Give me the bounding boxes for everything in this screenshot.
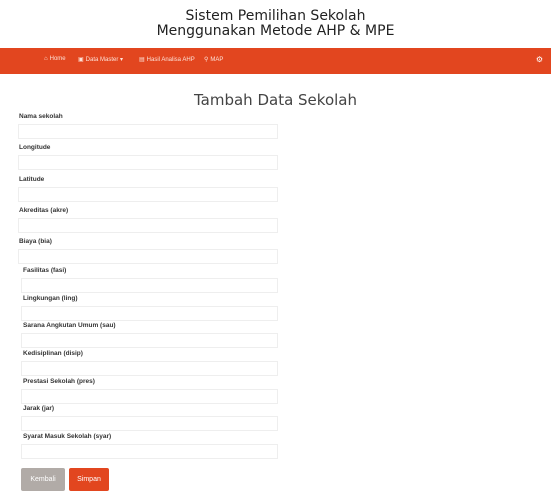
- akreditas-input[interactable]: [18, 218, 278, 233]
- nav-item-label: Data Master ▾: [85, 57, 124, 63]
- database-icon: ▣: [78, 57, 84, 63]
- nav-item-home[interactable]: ⌂ Home: [44, 56, 66, 62]
- jarak-input[interactable]: [21, 416, 278, 431]
- settings-icon[interactable]: ⚙: [536, 55, 543, 64]
- nama-sekolah-input[interactable]: [18, 124, 278, 139]
- navbar: ⌂ Home ▣ Data Master ▾ ▤ Hasil Analisa AHP …: [0, 48, 551, 74]
- field-label-latitude: Latitude: [19, 176, 45, 183]
- fasilitas-input[interactable]: [21, 278, 278, 293]
- sarana-angkutan-input[interactable]: [21, 333, 278, 348]
- page-title: Tambah Data Sekolah: [193, 91, 357, 109]
- back-button[interactable]: Kembali: [21, 468, 65, 491]
- field-label-lingkungan: Lingkungan (ling): [23, 295, 78, 302]
- biaya-input[interactable]: [18, 249, 278, 264]
- home-icon: ⌂: [44, 56, 48, 62]
- field-label-biaya: Biaya (bia): [19, 238, 52, 245]
- longitude-input[interactable]: [18, 155, 278, 170]
- site-title-line2: Menggunakan Metode AHP & MPE: [156, 23, 395, 39]
- calculator-icon: ▤: [139, 57, 145, 63]
- map-pin-icon: ⚲: [204, 57, 209, 63]
- field-label-nama-sekolah: Nama sekolah: [19, 113, 63, 120]
- field-label-syarat-masuk: Syarat Masuk Sekolah (syar): [23, 433, 112, 440]
- nav-item-hasil-analisa[interactable]: ▤ Hasil Analisa AHP: [139, 56, 195, 63]
- save-button[interactable]: Simpan: [69, 468, 109, 491]
- field-label-akreditas: Akreditas (akre): [19, 207, 69, 214]
- field-label-jarak: Jarak (jar): [23, 405, 55, 412]
- lingkungan-input[interactable]: [21, 306, 278, 321]
- field-label-longitude: Longitude: [19, 144, 51, 151]
- field-label-prestasi: Prestasi Sekolah (pres): [23, 378, 95, 385]
- nav-item-map[interactable]: ⚲ MAP: [204, 56, 223, 63]
- field-label-fasilitas: Fasilitas (fasi): [23, 267, 67, 274]
- field-label-kedisiplinan: Kedisiplinan (disip): [23, 350, 83, 357]
- nav-item-label: Hasil Analisa AHP: [146, 57, 195, 63]
- nav-item-data-master[interactable]: ▣ Data Master ▾: [78, 56, 123, 63]
- nav-item-label: MAP: [210, 57, 224, 63]
- prestasi-input[interactable]: [21, 389, 278, 404]
- nav-item-label: Home: [49, 56, 66, 62]
- field-label-sarana-angkutan: Sarana Angkutan Umum (sau): [23, 322, 116, 329]
- syarat-masuk-input[interactable]: [21, 444, 278, 459]
- site-title-line1: Sistem Pemilihan Sekolah: [185, 8, 366, 24]
- latitude-input[interactable]: [18, 187, 278, 202]
- kedisiplinan-input[interactable]: [21, 361, 278, 376]
